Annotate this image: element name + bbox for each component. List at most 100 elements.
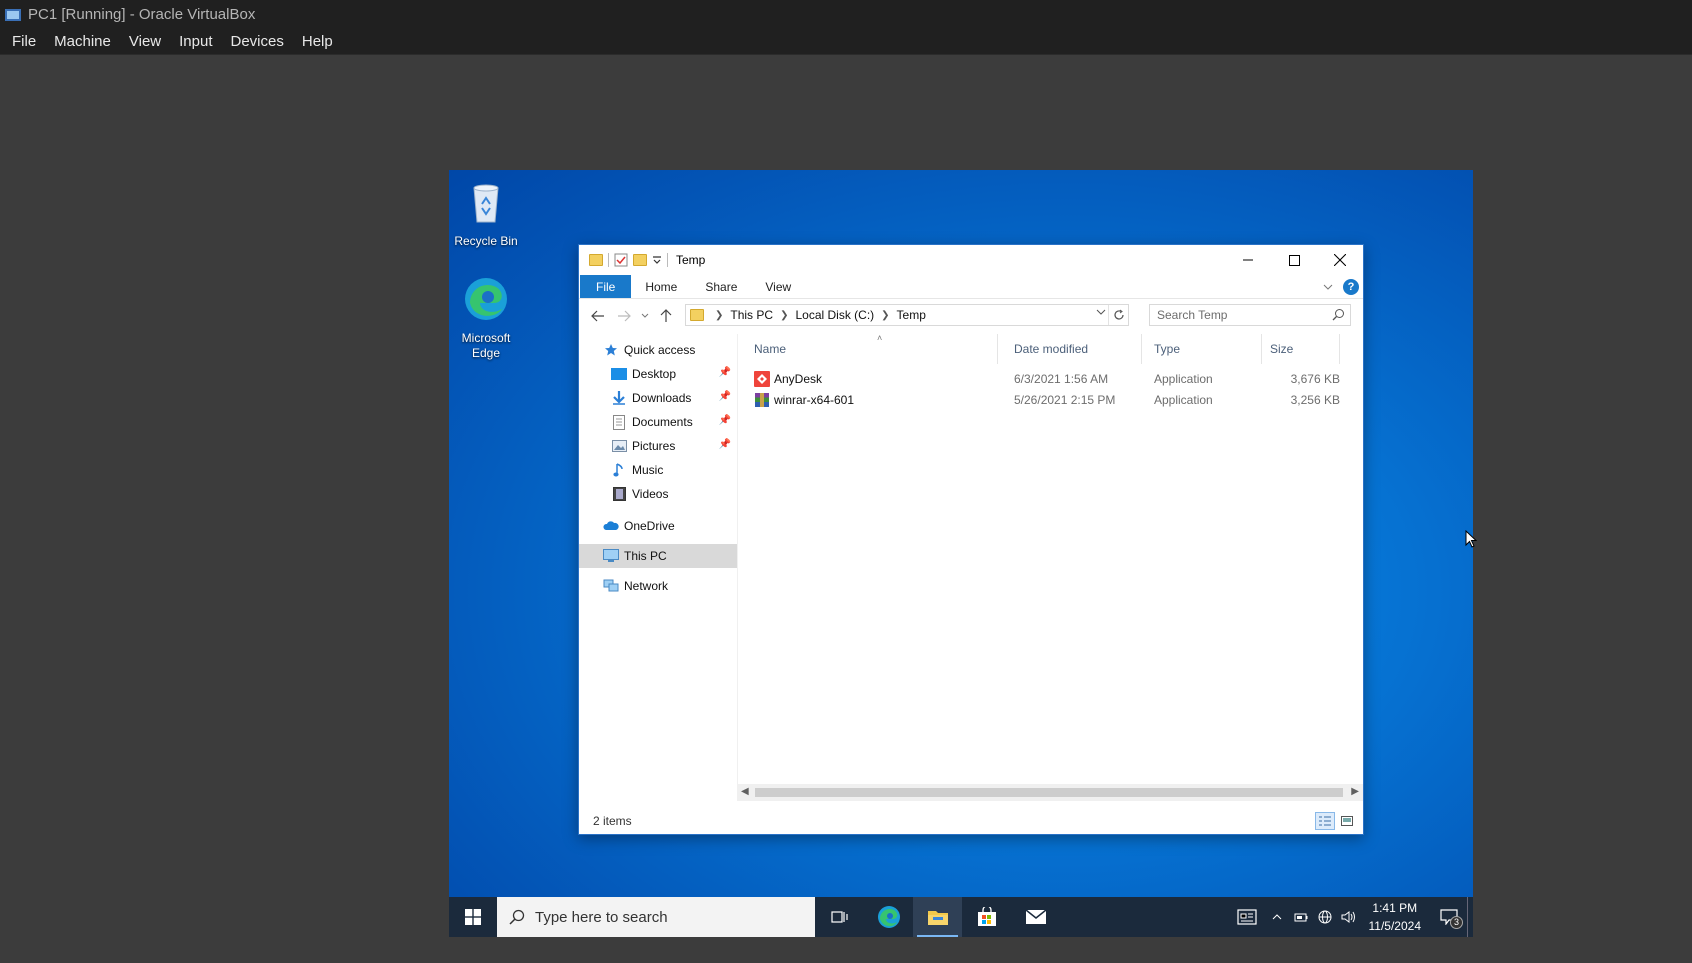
battery-plug-icon: [1294, 913, 1307, 922]
customize-dropdown-icon[interactable]: [652, 255, 662, 265]
column-type[interactable]: Type: [1142, 334, 1262, 364]
divider: [608, 253, 609, 267]
help-icon[interactable]: ?: [1343, 279, 1359, 295]
nav-label: Videos: [632, 487, 669, 501]
tab-home[interactable]: Home: [631, 275, 691, 298]
nav-documents[interactable]: Documents 📌: [579, 410, 737, 434]
virtualbox-icon: [5, 8, 21, 21]
address-dropdown-icon[interactable]: [1096, 308, 1106, 316]
maximize-button[interactable]: [1271, 245, 1317, 275]
search-box[interactable]: Search Temp: [1149, 304, 1351, 326]
large-icons-icon: [1341, 816, 1353, 826]
network-tray-button[interactable]: [1313, 897, 1337, 937]
notification-center-button[interactable]: 3: [1431, 897, 1467, 937]
close-icon: [1334, 254, 1346, 266]
taskbar-mail[interactable]: [1011, 897, 1060, 937]
show-desktop-button[interactable]: [1467, 897, 1473, 937]
breadcrumb-local-disk[interactable]: Local Disk (C:): [795, 308, 874, 322]
start-button[interactable]: [449, 897, 497, 937]
column-name[interactable]: Name: [738, 334, 998, 364]
volume-tray-button[interactable]: [1337, 897, 1361, 937]
nav-pictures[interactable]: Pictures 📌: [579, 434, 737, 458]
nav-quick-access[interactable]: Quick access: [579, 338, 737, 362]
new-folder-icon[interactable]: [633, 254, 647, 266]
ribbon-tabs: File Home Share View ?: [579, 275, 1363, 299]
task-view-button[interactable]: [815, 897, 864, 937]
pin-icon: 📌: [718, 439, 731, 450]
scroll-left-icon[interactable]: ◀: [741, 786, 749, 797]
clock-time: 1:41 PM: [1372, 901, 1418, 915]
menu-view[interactable]: View: [120, 29, 170, 55]
divider: [667, 253, 668, 267]
file-explorer-window: Temp File Home Share View ? ❯ This PC ❯ …: [578, 244, 1364, 835]
battery-tray-button[interactable]: [1289, 897, 1313, 937]
nav-desktop[interactable]: Desktop 📌: [579, 362, 737, 386]
download-icon: [611, 390, 627, 406]
menu-input[interactable]: Input: [170, 29, 221, 55]
file-list: ˄ Name Date modified Type Size AnyDesk 6…: [737, 333, 1363, 784]
recent-locations-button[interactable]: [637, 304, 653, 328]
nav-label: Desktop: [632, 367, 677, 381]
horizontal-scrollbar[interactable]: ◀ ▶: [737, 784, 1363, 801]
desktop-icon-edge[interactable]: Microsoft Edge: [449, 275, 523, 361]
minimize-button[interactable]: [1225, 245, 1271, 275]
nav-music[interactable]: Music: [579, 458, 737, 482]
up-button[interactable]: [653, 304, 679, 328]
details-view-button[interactable]: [1315, 812, 1335, 830]
scroll-right-icon[interactable]: ▶: [1351, 786, 1359, 797]
nav-downloads[interactable]: Downloads 📌: [579, 386, 737, 410]
window-controls: [1225, 245, 1363, 275]
column-size[interactable]: Size: [1262, 334, 1340, 364]
file-row-winrar[interactable]: winrar-x64-601 5/26/2021 2:15 PM Applica…: [738, 389, 1363, 410]
large-icons-button[interactable]: [1337, 812, 1357, 830]
address-bar[interactable]: ❯ This PC ❯ Local Disk (C:) ❯ Temp: [685, 304, 1129, 326]
up-arrow-icon: [660, 309, 672, 322]
window-title: PC1 [Running] - Oracle VirtualBox: [28, 6, 256, 23]
nav-label: Pictures: [632, 439, 676, 453]
nav-label: Network: [624, 579, 669, 593]
menu-machine[interactable]: Machine: [45, 29, 120, 55]
news-widget-button[interactable]: [1229, 897, 1265, 937]
taskbar-search[interactable]: Type here to search: [497, 897, 815, 937]
cloud-icon: [603, 518, 619, 534]
tab-view[interactable]: View: [751, 275, 805, 298]
nav-onedrive[interactable]: OneDrive: [579, 514, 737, 538]
nav-network[interactable]: Network: [579, 574, 737, 598]
folder-icon[interactable]: [589, 254, 603, 266]
desktop-icon: [611, 366, 627, 382]
file-type: Application: [1154, 371, 1213, 386]
file-row-anydesk[interactable]: AnyDesk 6/3/2021 1:56 AM Application 3,6…: [738, 368, 1363, 389]
minimize-icon: [1243, 259, 1253, 261]
column-date-modified[interactable]: Date modified: [998, 334, 1142, 364]
nav-videos[interactable]: Videos: [579, 482, 737, 506]
chevron-right-icon: ❯: [715, 309, 724, 321]
taskbar-store[interactable]: [962, 897, 1011, 937]
desktop-icon-recycle-bin[interactable]: Recycle Bin: [449, 178, 523, 249]
globe-icon: [1318, 910, 1331, 924]
show-hidden-icons-button[interactable]: [1265, 897, 1289, 937]
breadcrumb-this-pc[interactable]: This PC: [730, 308, 773, 322]
close-button[interactable]: [1317, 245, 1363, 275]
back-button[interactable]: [585, 304, 611, 328]
menu-devices[interactable]: Devices: [222, 29, 293, 55]
recycle-bin-label: Recycle Bin: [454, 234, 518, 248]
anydesk-icon: [754, 370, 770, 387]
nav-label: OneDrive: [624, 519, 675, 533]
menu-file[interactable]: File: [0, 29, 45, 55]
menu-help[interactable]: Help: [293, 29, 342, 55]
expand-ribbon-icon[interactable]: [1323, 283, 1333, 291]
taskbar-edge[interactable]: [864, 897, 913, 937]
scrollbar-thumb[interactable]: [755, 788, 1343, 797]
taskbar-search-placeholder: Type here to search: [535, 908, 668, 926]
forward-button[interactable]: [611, 304, 637, 328]
taskbar-file-explorer[interactable]: [913, 897, 962, 937]
store-icon: [977, 907, 996, 926]
properties-icon[interactable]: [614, 253, 628, 267]
breadcrumb-temp[interactable]: Temp: [897, 308, 926, 322]
navigation-pane: Quick access Desktop 📌 Downloads 📌 Docum…: [579, 334, 737, 784]
refresh-button[interactable]: [1108, 305, 1128, 325]
tab-file[interactable]: File: [580, 275, 632, 298]
nav-this-pc[interactable]: This PC: [579, 544, 737, 568]
tab-share[interactable]: Share: [691, 275, 751, 298]
clock[interactable]: 1:41 PM 11/5/2024: [1369, 899, 1422, 935]
